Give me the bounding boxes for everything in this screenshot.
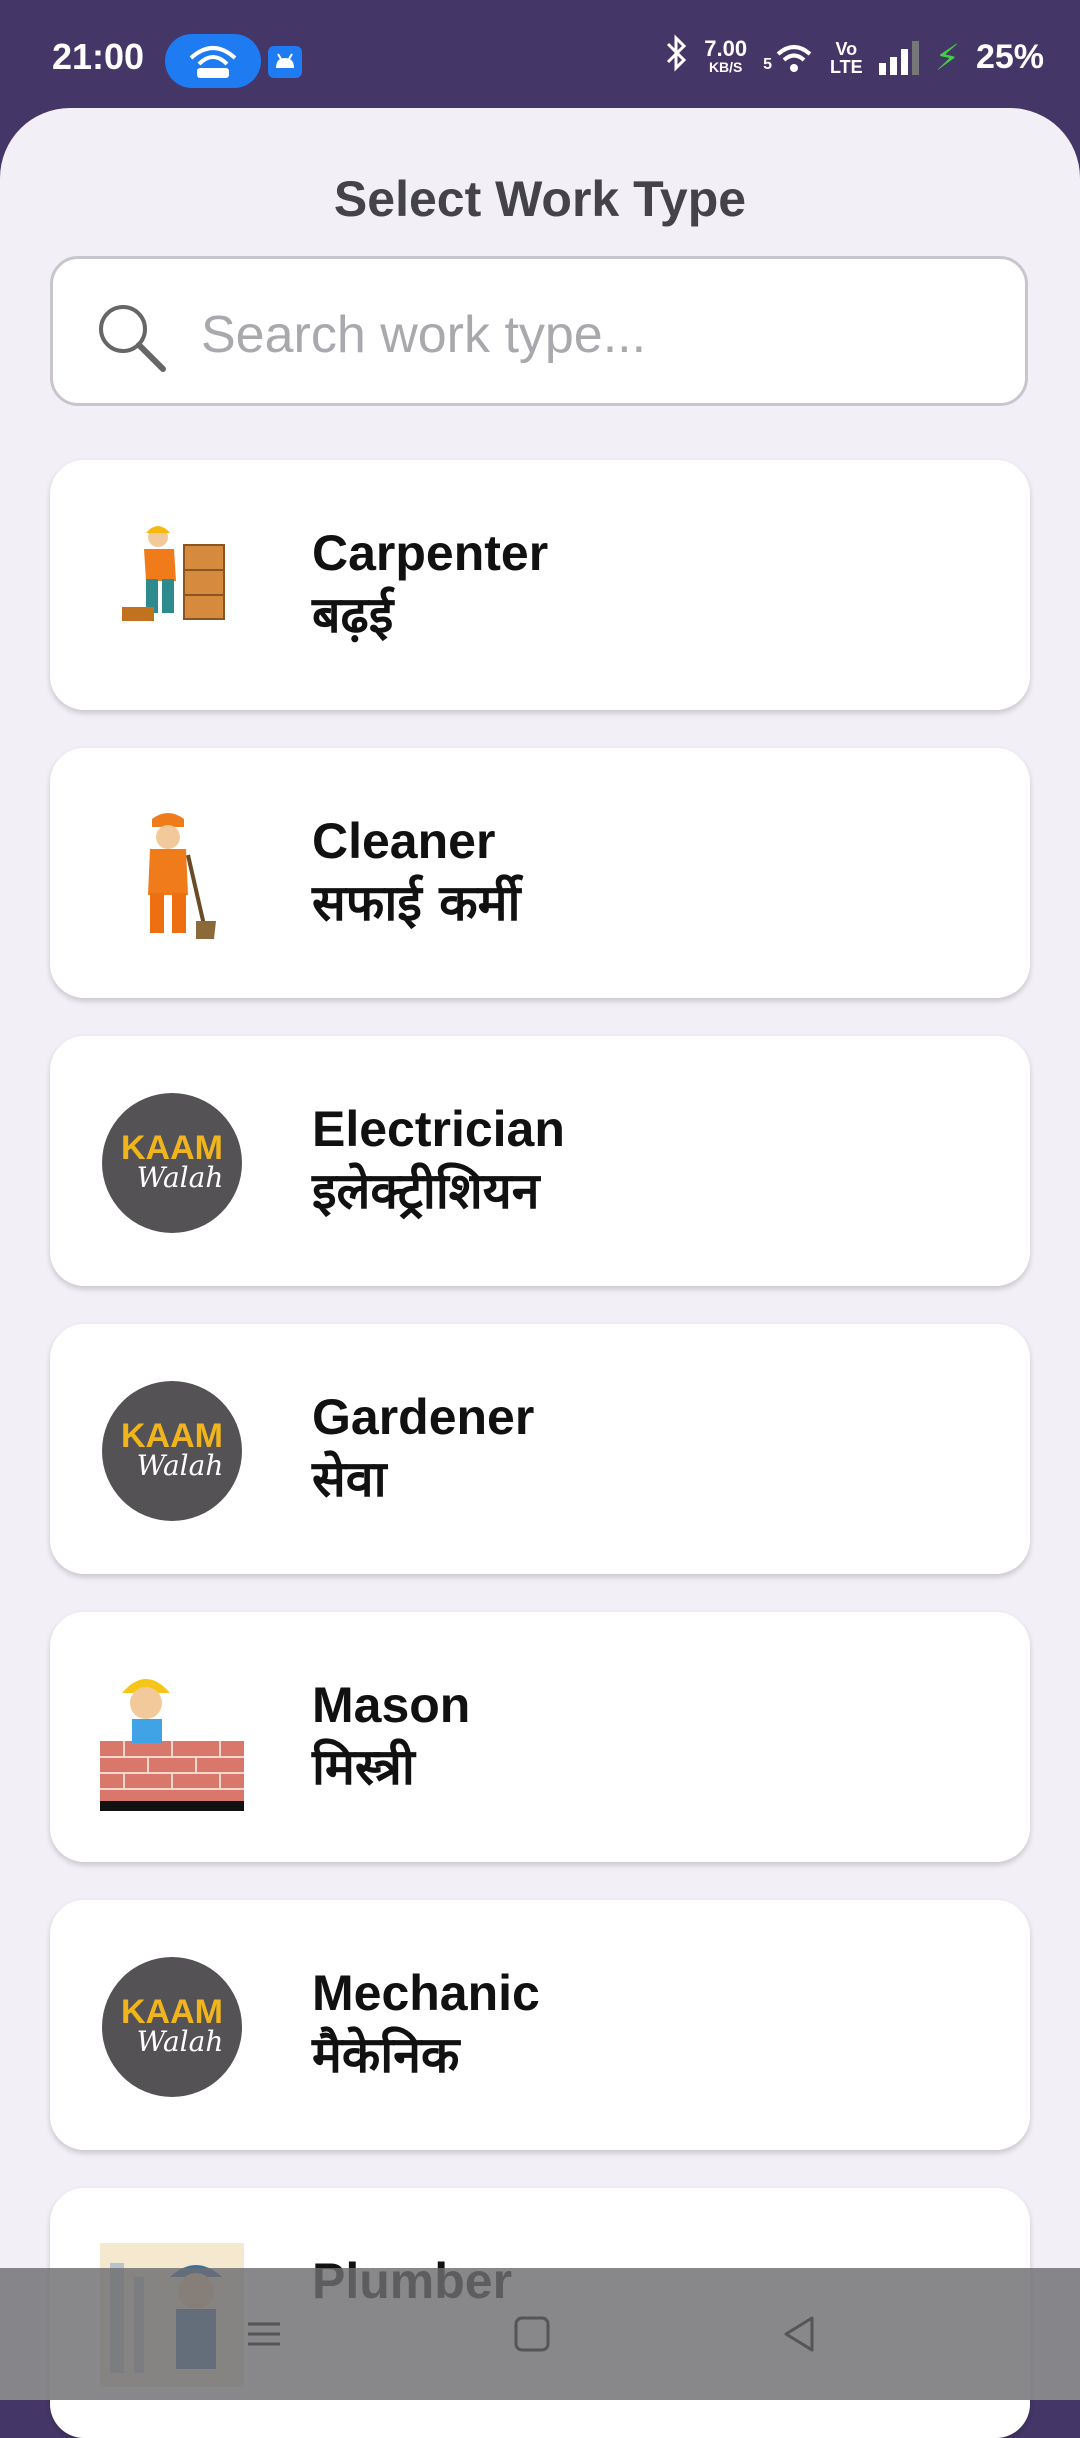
status-icons: 7.00 KB/S 5 Vo LTE ⚡ 25% bbox=[664, 34, 1044, 81]
svg-text:Walah: Walah bbox=[137, 1449, 224, 1482]
home-icon[interactable] bbox=[502, 2304, 562, 2364]
search-box[interactable] bbox=[50, 256, 1028, 406]
work-type-name-hindi: इलेक्ट्रीशियन bbox=[312, 1162, 540, 1220]
work-type-name: Cleaner bbox=[312, 813, 496, 869]
android-icon bbox=[268, 46, 302, 78]
volte-indicator: Vo LTE bbox=[829, 38, 863, 77]
net-speed: 7.00 KB/S bbox=[704, 35, 748, 75]
battery-level: 25% bbox=[975, 38, 1044, 76]
card-text: Carpenter बढ़ई bbox=[312, 522, 548, 646]
card-text: Mason मिस्त्री bbox=[312, 1674, 470, 1798]
work-type-name: Electrician bbox=[312, 1101, 565, 1157]
card-text: Gardener सेवा bbox=[312, 1386, 534, 1510]
hotspot-icon bbox=[165, 34, 261, 88]
charging-icon: ⚡ bbox=[934, 36, 960, 78]
work-type-name: Gardener bbox=[312, 1389, 535, 1445]
cleaner-illustration bbox=[148, 813, 216, 939]
svg-text:Walah: Walah bbox=[137, 1161, 224, 1194]
status-bar: 21:00 7.00 KB/S 5 Vo LTE ⚡ 25% bbox=[0, 0, 1080, 108]
signal-icon bbox=[878, 40, 919, 75]
work-type-card-mason[interactable]: Mason मिस्त्री bbox=[50, 1612, 1030, 1862]
wifi-icon: 5 bbox=[763, 42, 814, 74]
work-type-name-hindi: सफाई कर्मी bbox=[312, 874, 521, 932]
back-icon[interactable] bbox=[770, 2304, 830, 2364]
bluetooth-icon bbox=[664, 34, 688, 81]
carpenter-illustration bbox=[122, 526, 225, 621]
work-type-name: Mechanic bbox=[312, 1965, 540, 2021]
sheet-title: Select Work Type bbox=[333, 171, 747, 227]
work-type-card-carpenter[interactable]: Carpenter बढ़ई bbox=[50, 460, 1030, 710]
work-type-card-electrician[interactable]: KAAM Walah Electrician इलेक्ट्रीशियन bbox=[50, 1036, 1030, 1286]
kaam-walah-logo: KAAM Walah bbox=[102, 1381, 242, 1521]
work-type-name: Mason bbox=[312, 1677, 471, 1733]
search-input[interactable] bbox=[199, 299, 963, 371]
status-time: 21:00 bbox=[52, 36, 145, 77]
work-type-name-hindi: सेवा bbox=[312, 1450, 387, 1508]
search-icon bbox=[99, 305, 166, 372]
card-text: Electrician इलेक्ट्रीशियन bbox=[312, 1098, 565, 1222]
work-type-card-gardener[interactable]: KAAM Walah Gardener सेवा bbox=[50, 1324, 1030, 1574]
menu-icon[interactable] bbox=[234, 2304, 294, 2364]
work-type-name-hindi: बढ़ई bbox=[312, 586, 394, 644]
work-type-name-hindi: मैकेनिक bbox=[312, 2026, 460, 2084]
svg-text:Walah: Walah bbox=[137, 2025, 224, 2058]
work-type-card-cleaner[interactable]: Cleaner सफाई कर्मी bbox=[50, 748, 1030, 998]
work-type-name-hindi: मिस्त्री bbox=[312, 1738, 415, 1796]
mason-illustration bbox=[100, 1679, 244, 1811]
work-type-card-mechanic[interactable]: KAAM Walah Mechanic मैकेनिक bbox=[50, 1900, 1030, 2150]
work-type-sheet: Select Work Type Carpenter बढ़ई bbox=[0, 108, 1080, 2438]
system-nav-bar bbox=[0, 2268, 1080, 2400]
card-text: Cleaner सफाई कर्मी bbox=[312, 810, 521, 934]
card-text: Mechanic मैकेनिक bbox=[312, 1962, 540, 2086]
work-type-name: Carpenter bbox=[312, 525, 549, 581]
kaam-walah-logo: KAAM Walah bbox=[102, 1957, 242, 2097]
kaam-walah-logo: KAAM Walah bbox=[102, 1093, 242, 1233]
